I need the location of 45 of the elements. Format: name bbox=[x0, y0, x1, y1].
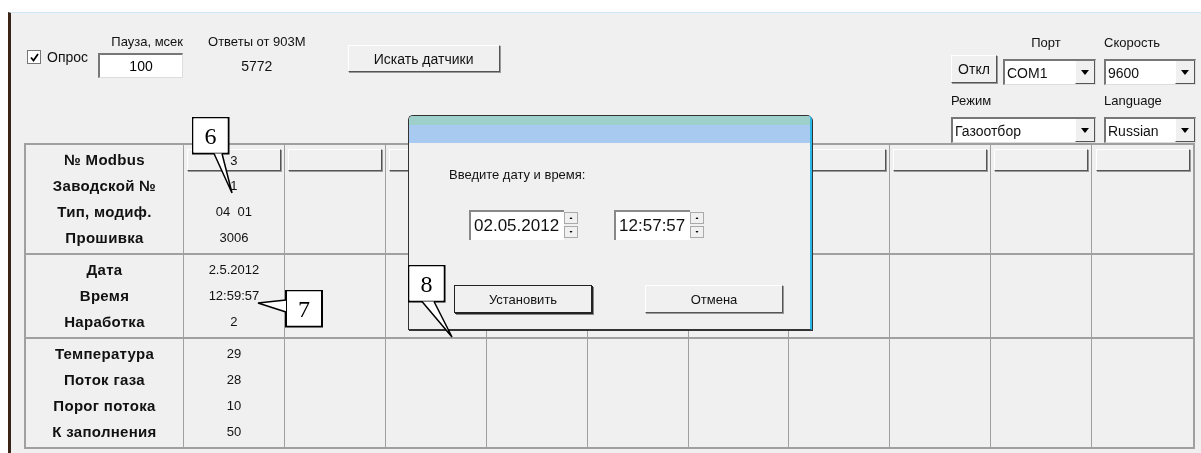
language-dropdown[interactable]: Russian bbox=[1104, 117, 1196, 143]
speed-label: Скорость bbox=[1104, 35, 1162, 51]
mode-label: Режим bbox=[951, 93, 993, 109]
row-label: № Modbus bbox=[64, 150, 145, 170]
port-label: Порт bbox=[1030, 35, 1062, 51]
search-sensors-button[interactable]: Искать датчики bbox=[347, 45, 500, 72]
speed-dropdown[interactable]: 9600 bbox=[1104, 59, 1196, 85]
language-label: Language bbox=[1104, 93, 1163, 109]
row-label: Дата bbox=[86, 260, 123, 280]
table-cell-text: 50 bbox=[226, 423, 242, 441]
row-label: Тип, модиф. bbox=[57, 202, 152, 222]
responses-label: Ответы от 903М bbox=[208, 34, 306, 50]
port-dropdown[interactable]: COM1 bbox=[1003, 59, 1096, 85]
pause-field[interactable]: 100 bbox=[98, 53, 184, 78]
table-cell-text: 29 bbox=[226, 345, 242, 363]
column-header-button[interactable] bbox=[994, 149, 1089, 171]
column-header-button[interactable] bbox=[1095, 149, 1190, 171]
cancel-button[interactable]: Отмена bbox=[645, 285, 783, 313]
row-label: Время bbox=[79, 286, 130, 306]
table-cell-text: 28 bbox=[226, 371, 242, 389]
table-cell-text: 04 01 bbox=[215, 203, 252, 221]
poll-checkbox[interactable] bbox=[27, 50, 41, 64]
row-label: Прошивка bbox=[65, 228, 144, 248]
table-cell-text: 2.5.2012 bbox=[208, 261, 260, 279]
table-cell-text: 1 bbox=[230, 177, 238, 195]
row-label: Температура bbox=[54, 344, 155, 364]
table-cell-text: 3006 bbox=[219, 229, 249, 247]
row-label: Заводской № bbox=[52, 176, 157, 196]
row-label: Поток газа bbox=[64, 370, 145, 390]
disconnect-button[interactable]: Откл bbox=[951, 55, 997, 83]
date-field[interactable]: 02.05.2012 bbox=[469, 210, 565, 240]
responses-count: 5772 bbox=[241, 58, 273, 74]
table-cell-text: 2 bbox=[230, 313, 238, 331]
mode-dropdown[interactable]: Газоотбор bbox=[951, 117, 1096, 143]
row-label: Наработка bbox=[64, 312, 145, 332]
dialog-prompt: Введите дату и время: bbox=[449, 167, 587, 182]
row-label: Порог потока bbox=[53, 396, 156, 416]
poll-label: Опрос bbox=[47, 49, 89, 65]
pause-label: Пауза, мсек bbox=[111, 34, 184, 50]
column-header-button[interactable] bbox=[287, 149, 382, 171]
table-cell-text: 10 bbox=[226, 397, 242, 415]
row-label: К заполнения bbox=[52, 422, 157, 442]
time-field[interactable]: 12:57:57 bbox=[614, 210, 691, 240]
column-header-button[interactable] bbox=[893, 149, 988, 171]
set-button[interactable]: Установить bbox=[454, 285, 592, 313]
